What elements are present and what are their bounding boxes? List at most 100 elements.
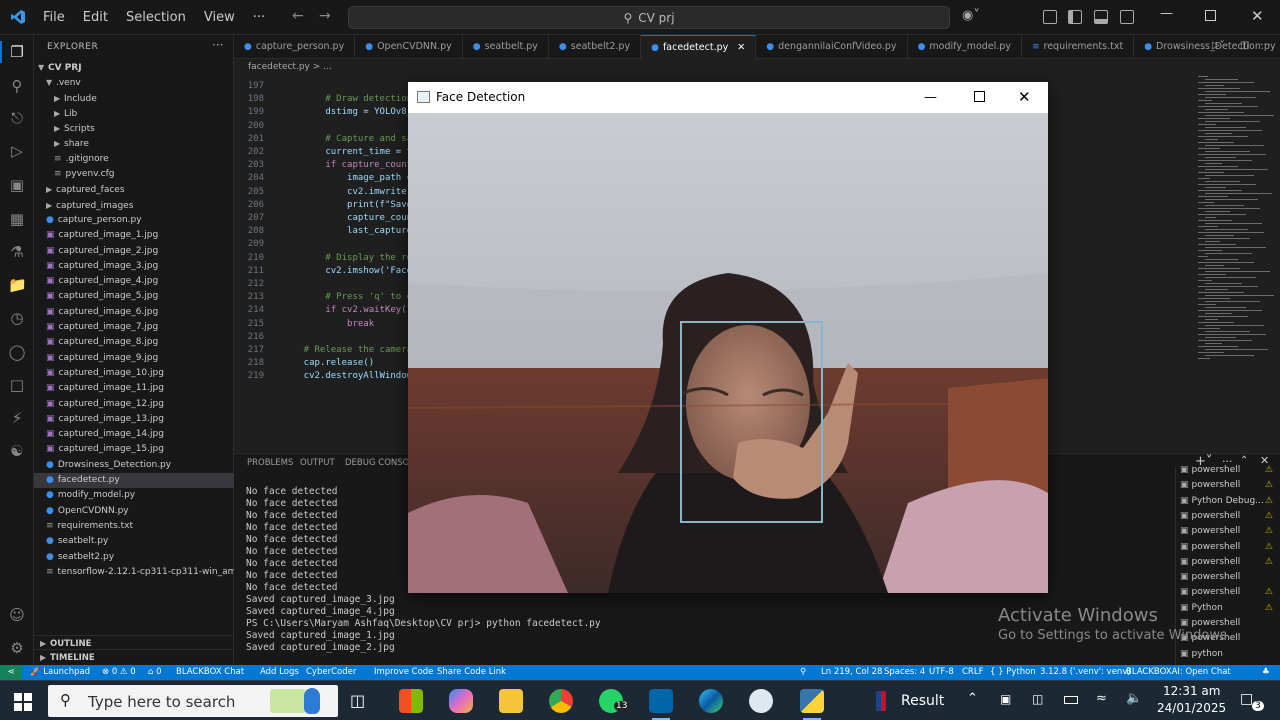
clock-date[interactable]: 24/01/2025 (1157, 701, 1226, 715)
windows-start-icon[interactable] (14, 693, 32, 711)
tree-item[interactable]: ≡ .gitignore (34, 152, 234, 167)
menu-selection[interactable]: Selection (117, 10, 195, 25)
tree-item[interactable]: ▶ Scripts (34, 121, 234, 136)
close-tab-icon[interactable]: ✕ (734, 42, 745, 53)
tree-item[interactable]: ▶ Include (34, 91, 234, 106)
timeline-icon[interactable]: ◷ (8, 309, 26, 327)
tab-output[interactable]: OUTPUT (300, 458, 335, 468)
tree-item[interactable]: ● seatbelt2.py (34, 550, 234, 565)
copilot-icon[interactable]: ◉˅ (962, 8, 980, 23)
meet-now-icon[interactable]: ▣ (1000, 692, 1011, 706)
editor-tab[interactable]: ● modify_model.py (908, 35, 1022, 59)
tree-item[interactable]: ▣ captured_image_6.jpg (34, 305, 234, 320)
tree-item[interactable]: ● facedetect.py (34, 473, 234, 489)
tree-item[interactable]: ▶ captured_images (34, 198, 234, 213)
terminal-instance[interactable]: ▣ powershell (1176, 570, 1280, 585)
forward-arrow-icon[interactable]: → (319, 8, 331, 24)
copilot-app-icon[interactable] (449, 689, 473, 713)
tree-item[interactable]: ▣ captured_image_8.jpg (34, 335, 234, 350)
editor-tab[interactable]: ● Drowsiness_Detection.py (1134, 35, 1280, 59)
terminal-instance[interactable]: ▣ powershell ⚠ (1176, 524, 1280, 539)
folder-icon[interactable]: 📁 (8, 276, 27, 294)
face-detection-window[interactable]: Face Detection — ✕ (408, 82, 1048, 593)
minimize-icon[interactable]: — (1160, 6, 1173, 21)
tree-root[interactable]: ▼ CV PRJ (34, 60, 234, 75)
taskbar-search-box[interactable]: ⚲ Type here to search (48, 685, 338, 717)
python-icon[interactable]: ☯ (8, 442, 26, 460)
status-improve-code[interactable]: Improve Code (374, 665, 433, 680)
status-share-code-link[interactable]: Share Code Link (437, 665, 506, 680)
editor-tab[interactable]: ≡ requirements.txt (1022, 35, 1135, 59)
menu-edit[interactable]: Edit (74, 10, 117, 25)
remote-indicator-icon[interactable]: ⋖ (0, 665, 22, 680)
wifi-icon[interactable]: ≈ (1096, 691, 1107, 706)
paint-icon[interactable] (749, 689, 773, 713)
settings-gear-icon[interactable]: ⚙ (8, 639, 26, 657)
tree-item[interactable]: ▣ captured_image_3.jpg (34, 259, 234, 274)
tree-item[interactable]: ▣ captured_image_10.jpg (34, 366, 234, 381)
account-icon[interactable]: ☺ (8, 606, 26, 624)
zoom-icon[interactable]: ⚲ (800, 665, 806, 680)
toggle-secondary-sidebar-icon[interactable] (1120, 10, 1134, 24)
more-actions-icon[interactable]: ··· (1260, 38, 1271, 51)
maximize-icon[interactable] (974, 91, 985, 102)
minimize-icon[interactable]: — (924, 82, 937, 113)
face-window-titlebar[interactable]: Face Detection — ✕ (408, 82, 1048, 113)
chevron-up-icon[interactable]: ⌃ (967, 691, 978, 706)
more-actions-icon[interactable]: ··· (212, 38, 223, 52)
file-explorer-icon[interactable] (499, 689, 523, 713)
tree-item[interactable]: ▣ captured_image_2.jpg (34, 244, 234, 259)
terminal-instance[interactable]: ▣ powershell ⚠ (1176, 509, 1280, 524)
nba-icon[interactable] (876, 691, 886, 711)
back-arrow-icon[interactable]: ← (292, 8, 304, 24)
status-indentation[interactable]: Spaces: 4 (884, 665, 925, 680)
result-label[interactable]: Result (901, 693, 944, 709)
status-problems[interactable]: ⊗ 0 ⚠ 0 (102, 665, 136, 680)
python-app-icon[interactable] (800, 689, 824, 713)
notifications-bell-icon[interactable]: ♣ (1262, 665, 1270, 680)
tree-item[interactable]: ▣ captured_image_15.jpg (34, 442, 234, 457)
editor-tab[interactable]: ● seatbelt2.py (549, 35, 642, 59)
github-icon[interactable]: ◯ (8, 343, 26, 361)
tree-item[interactable]: ● Drowsiness_Detection.py (34, 458, 234, 473)
editor-tab[interactable]: ● capture_person.py (234, 35, 356, 59)
run-icon[interactable]: ▷˅ (1212, 40, 1225, 51)
close-icon[interactable]: ✕ (1018, 82, 1031, 113)
status-ports[interactable]: ⌂ 0 (148, 665, 162, 680)
outline-section[interactable]: ▶ OUTLINE (34, 635, 234, 650)
editor-tab[interactable]: ● dengannilaiConfVideo.py (756, 35, 908, 59)
command-search-box[interactable]: ⚲ CV prj (348, 6, 950, 29)
tree-item[interactable]: ● modify_model.py (34, 488, 234, 503)
terminal-instance[interactable]: ▣ powershell ⚠ (1176, 463, 1280, 478)
tree-item[interactable]: ▣ captured_image_11.jpg (34, 381, 234, 396)
tree-item[interactable]: ▶ share (34, 136, 234, 151)
volume-icon[interactable]: 🔈 (1126, 691, 1142, 706)
status-add-logs[interactable]: Add Logs (260, 665, 299, 680)
chrome-icon[interactable] (549, 689, 573, 713)
status-interpreter[interactable]: 3.12.8 ('.venv': venv) (1040, 665, 1131, 680)
toggle-panel-icon[interactable] (1094, 10, 1108, 24)
tree-item[interactable]: ≡ pyvenv.cfg (34, 167, 234, 182)
menu-file[interactable]: File (34, 10, 74, 25)
tree-item[interactable]: ● seatbelt.py (34, 534, 234, 549)
battery-icon[interactable] (1064, 696, 1078, 704)
clock-time[interactable]: 12:31 am (1163, 684, 1220, 698)
tree-item[interactable]: ▣ captured_image_12.jpg (34, 397, 234, 412)
terminal-instance[interactable]: ▣ powershell ⚠ (1176, 478, 1280, 493)
tree-item[interactable]: ≡tensorflow-2.12.1-cp311-cp311-win_amd6.… (34, 565, 234, 580)
status-language[interactable]: { } Python (990, 665, 1036, 680)
task-view-icon[interactable]: ◫ (350, 691, 365, 710)
menu-view[interactable]: View (195, 10, 244, 25)
testing-icon[interactable]: ⚗ (8, 243, 26, 261)
edge-icon[interactable] (699, 689, 723, 713)
minimap[interactable] (1192, 74, 1280, 454)
tree-item[interactable]: ▣ captured_image_13.jpg (34, 412, 234, 427)
terminal-instance[interactable]: ▣ Python Debug... ⚠ (1176, 494, 1280, 509)
terminal-instance[interactable]: ▣ python (1176, 647, 1280, 662)
status-cursor-position[interactable]: Ln 219, Col 28 (821, 665, 882, 680)
editor-tab[interactable]: ● facedetect.py ✕ (641, 35, 757, 59)
tree-item[interactable]: ≡ requirements.txt (34, 519, 234, 534)
search-icon[interactable]: ⚲ (8, 77, 26, 95)
tree-item[interactable]: ▣ captured_image_7.jpg (34, 320, 234, 335)
terminal-instance[interactable]: ▣ powershell ⚠ (1176, 585, 1280, 600)
